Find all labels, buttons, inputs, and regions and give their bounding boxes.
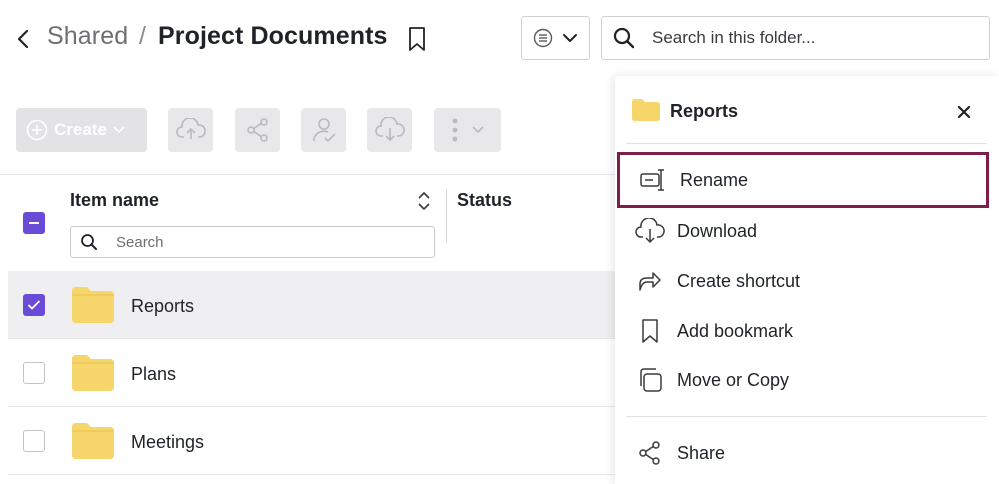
context-menu-title: Reports: [670, 101, 739, 121]
checkmark-icon: [27, 300, 41, 310]
column-header-name[interactable]: Item name: [70, 190, 159, 211]
create-button[interactable]: Create: [16, 108, 147, 152]
menu-item-label: Create shortcut: [677, 270, 801, 291]
menu-item-add-bookmark[interactable]: Add bookmark: [617, 303, 989, 359]
menu-item-label: Rename: [680, 169, 749, 190]
row-checkbox[interactable]: [23, 362, 45, 384]
chevron-down-icon: [113, 126, 125, 134]
menu-item-create-shortcut[interactable]: Create shortcut: [617, 253, 989, 309]
shortcut-icon: [635, 266, 665, 296]
table-header-divider: [0, 174, 615, 175]
chevron-down-icon: [471, 126, 484, 134]
menu-item-move-or-copy[interactable]: Move or Copy: [617, 352, 989, 408]
chevron-down-icon: [563, 34, 578, 42]
menu-item-label: Share: [677, 442, 726, 463]
sort-icon: [418, 191, 430, 211]
list-view-icon: [533, 28, 552, 48]
close-button[interactable]: [953, 101, 975, 123]
bookmark-icon: [409, 27, 425, 51]
more-vertical-icon: [452, 118, 457, 142]
folder-search[interactable]: [601, 16, 990, 60]
context-menu: Reports Rename Download Create shortcut …: [615, 76, 999, 484]
menu-item-download[interactable]: Download: [617, 203, 989, 259]
more-actions-button[interactable]: [434, 108, 501, 152]
share-button[interactable]: [235, 108, 280, 152]
create-label: Create: [54, 120, 107, 139]
download-icon: [374, 117, 405, 142]
assign-button[interactable]: [301, 108, 346, 152]
upload-icon: [175, 118, 206, 139]
row-checkbox[interactable]: [23, 294, 45, 316]
breadcrumb-separator: /: [139, 22, 146, 50]
select-all-checkbox[interactable]: [23, 212, 45, 234]
name-filter-input[interactable]: [116, 233, 416, 251]
table-row[interactable]: Plans: [8, 339, 615, 407]
menu-item-label: Add bookmark: [677, 320, 794, 341]
folder-icon: [72, 287, 114, 323]
item-name[interactable]: Meetings: [131, 432, 204, 453]
bookmark-icon: [635, 316, 665, 346]
search-icon: [81, 234, 97, 250]
plus-circle-icon: [26, 119, 48, 141]
sort-button[interactable]: [414, 188, 434, 214]
name-filter[interactable]: [70, 226, 435, 258]
breadcrumb-parent[interactable]: Shared: [47, 22, 128, 51]
download-icon: [635, 216, 665, 246]
download-button[interactable]: [367, 108, 412, 152]
search-icon: [613, 27, 635, 49]
row-checkbox[interactable]: [23, 430, 45, 452]
table-row[interactable]: Reports: [8, 271, 615, 339]
menu-item-label: Move or Copy: [677, 369, 790, 390]
menu-item-label: Download: [677, 220, 758, 241]
upload-button[interactable]: [168, 108, 213, 152]
back-button[interactable]: [10, 24, 36, 54]
folder-icon: [72, 423, 114, 459]
menu-divider: [626, 143, 987, 144]
column-divider[interactable]: [446, 190, 447, 242]
table-row[interactable]: Meetings: [8, 407, 615, 475]
close-icon: [957, 105, 971, 119]
search-input[interactable]: [652, 28, 972, 48]
share-icon: [246, 118, 268, 142]
view-mode-select[interactable]: [521, 16, 590, 60]
bookmark-folder-button[interactable]: [404, 24, 430, 54]
assign-user-icon: [312, 118, 336, 143]
chevron-left-icon: [17, 29, 29, 49]
rename-icon: [638, 165, 668, 195]
share-icon: [635, 438, 665, 468]
page-title: Project Documents: [158, 22, 388, 50]
folder-icon: [632, 99, 660, 121]
item-name[interactable]: Plans: [131, 364, 176, 385]
folder-icon: [72, 355, 114, 391]
menu-item-rename[interactable]: Rename: [617, 152, 989, 208]
copy-icon: [635, 365, 665, 395]
column-header-status[interactable]: Status: [457, 190, 512, 211]
item-name[interactable]: Reports: [131, 296, 194, 317]
menu-divider: [626, 416, 987, 417]
menu-item-share[interactable]: Share: [617, 425, 989, 481]
